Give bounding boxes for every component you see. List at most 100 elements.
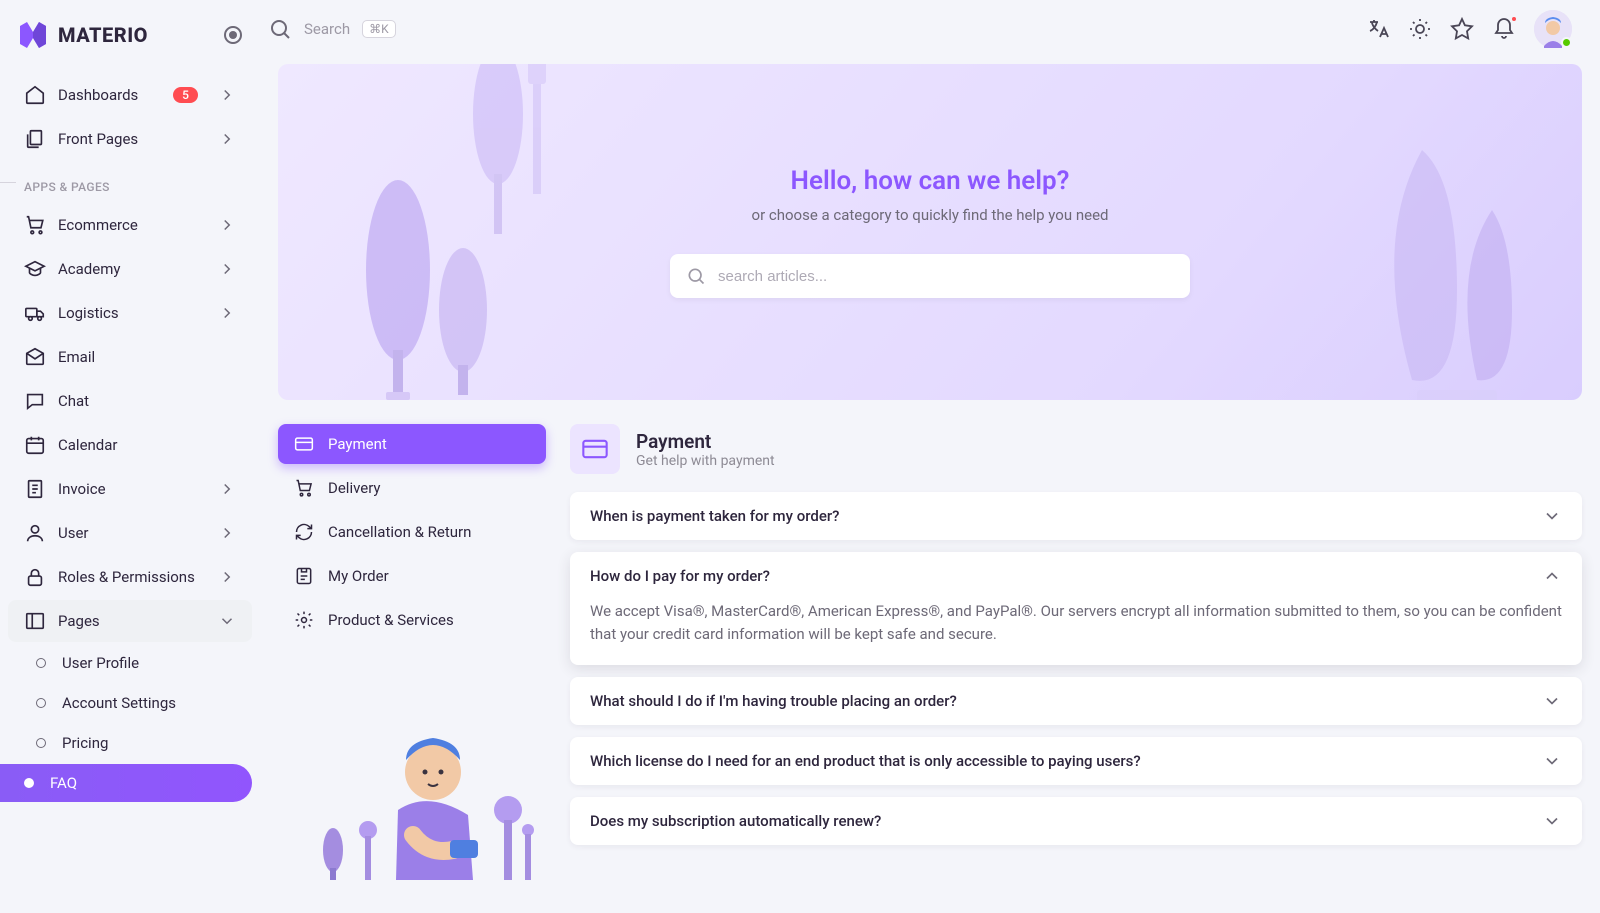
sidebar-subitem-pricing[interactable]: Pricing: [8, 724, 252, 762]
truck-icon: [24, 302, 46, 324]
sidebar-item-academy[interactable]: Academy: [8, 248, 252, 290]
copy-icon: [24, 128, 46, 150]
sidebar-item-logistics[interactable]: Logistics: [8, 292, 252, 334]
sidebar-item-label: Calendar: [58, 436, 118, 454]
sidebar-item-roles-permissions[interactable]: Roles & Permissions: [8, 556, 252, 598]
chevron-down-icon: [1542, 691, 1562, 711]
brand-text: MATERIO: [58, 23, 148, 47]
sidebar-item-chat[interactable]: Chat: [8, 380, 252, 422]
chevron-down-icon: [1542, 566, 1562, 586]
search-button[interactable]: Search ⌘K: [268, 17, 396, 41]
search-kbd: ⌘K: [362, 20, 396, 38]
sidebar-subitem-faq[interactable]: FAQ: [0, 764, 252, 802]
bullet-icon: [36, 698, 46, 708]
tab-cancellation-return[interactable]: Cancellation & Return: [278, 512, 546, 552]
sidebar-item-label: Roles & Permissions: [58, 568, 195, 586]
mail-icon: [24, 346, 46, 368]
hero-decoration: [358, 160, 498, 400]
cart-icon: [24, 214, 46, 236]
sidebar-subitem-account-settings[interactable]: Account Settings: [8, 684, 252, 722]
card-icon: [570, 424, 620, 474]
faq-header: Payment Get help with payment: [570, 424, 1582, 474]
faq-question[interactable]: Does my subscription automatically renew…: [570, 797, 1582, 845]
hero: Hello, how can we help? or choose a cate…: [278, 64, 1582, 400]
sidebar-item-label: User Profile: [62, 654, 139, 672]
sidebar-item-invoice[interactable]: Invoice: [8, 468, 252, 510]
sidebar-item-label: Account Settings: [62, 694, 176, 712]
faq-question[interactable]: What should I do if I'm having trouble p…: [570, 677, 1582, 725]
faq-subtitle: Get help with payment: [636, 453, 775, 469]
theme-icon[interactable]: [1408, 17, 1432, 41]
chevron-right-icon: [218, 480, 236, 498]
sidebar-item-label: Email: [58, 348, 95, 366]
sidebar-item-email[interactable]: Email: [8, 336, 252, 378]
sidebar-item-calendar[interactable]: Calendar: [8, 424, 252, 466]
faq-tabs: Payment Delivery Cancellation & Return My O…: [278, 424, 546, 640]
hero-search-input[interactable]: [718, 268, 1174, 285]
pages-icon: [24, 610, 46, 632]
refresh-icon: [294, 522, 314, 542]
sidebar-item-label: Logistics: [58, 304, 119, 322]
hero-decoration: [1362, 140, 1542, 400]
faq-item: What should I do if I'm having trouble p…: [570, 677, 1582, 725]
faq-item: When is payment taken for my order?: [570, 492, 1582, 540]
sidebar: MATERIO Dashboards 5 Front Pages APPS & …: [0, 0, 260, 913]
sidebar-item-pages[interactable]: Pages: [8, 600, 252, 642]
status-dot: [1561, 37, 1572, 48]
search-icon: [268, 17, 292, 41]
sidebar-item-label: Dashboards: [58, 86, 138, 104]
bullet-icon: [36, 738, 46, 748]
bell-icon[interactable]: [1492, 17, 1516, 41]
sidebar-item-label: Invoice: [58, 480, 106, 498]
tab-label: Delivery: [328, 479, 381, 497]
chevron-down-icon: [1542, 751, 1562, 771]
tab-label: Cancellation & Return: [328, 523, 471, 541]
faq-answer: We accept Visa®, MasterCard®, American E…: [570, 600, 1582, 665]
faq-illustration: [278, 680, 546, 880]
chevron-right-icon: [218, 86, 236, 104]
hero-search[interactable]: [670, 254, 1190, 298]
hero-subtitle: or choose a category to quickly find the…: [752, 206, 1109, 224]
logo-icon: [18, 22, 48, 48]
order-icon: [294, 566, 314, 586]
star-icon[interactable]: [1450, 17, 1474, 41]
sidebar-item-label: Pricing: [62, 734, 108, 752]
sidebar-item-dashboards[interactable]: Dashboards 5: [8, 74, 252, 116]
faq-question[interactable]: How do I pay for my order?: [570, 552, 1582, 600]
sidebar-item-user[interactable]: User: [8, 512, 252, 554]
settings-icon: [294, 610, 314, 630]
delivery-icon: [294, 478, 314, 498]
brand-row[interactable]: MATERIO: [0, 10, 260, 72]
chevron-right-icon: [218, 130, 236, 148]
tab-delivery[interactable]: Delivery: [278, 468, 546, 508]
tab-payment[interactable]: Payment: [278, 424, 546, 464]
bullet-icon: [24, 778, 34, 788]
search-icon: [686, 266, 706, 286]
faq-item: How do I pay for my order?We accept Visa…: [570, 552, 1582, 665]
faq-item: Does my subscription automatically renew…: [570, 797, 1582, 845]
sidebar-item-label: Front Pages: [58, 130, 138, 148]
invoice-icon: [24, 478, 46, 500]
tab-label: Payment: [328, 435, 387, 453]
faq-question-text: What should I do if I'm having trouble p…: [590, 692, 957, 710]
chevron-down-icon: [218, 612, 236, 630]
user-icon: [24, 522, 46, 544]
sidebar-item-label: User: [58, 524, 89, 542]
home-icon: [24, 84, 46, 106]
sidebar-pin-icon[interactable]: [224, 26, 242, 44]
chevron-right-icon: [218, 304, 236, 322]
sidebar-item-ecommerce[interactable]: Ecommerce: [8, 204, 252, 246]
chevron-right-icon: [218, 216, 236, 234]
sidebar-subitem-user-profile[interactable]: User Profile: [8, 644, 252, 682]
avatar[interactable]: [1534, 10, 1572, 48]
tab-my-order[interactable]: My Order: [278, 556, 546, 596]
sidebar-item-front-pages[interactable]: Front Pages: [8, 118, 252, 160]
faq-question[interactable]: When is payment taken for my order?: [570, 492, 1582, 540]
tab-product-services[interactable]: Product & Services: [278, 600, 546, 640]
academy-icon: [24, 258, 46, 280]
faq-accordion: When is payment taken for my order? How d…: [570, 492, 1582, 845]
faq-question-text: When is payment taken for my order?: [590, 507, 839, 525]
faq-question[interactable]: Which license do I need for an end produ…: [570, 737, 1582, 785]
translate-icon[interactable]: [1366, 17, 1390, 41]
sidebar-item-label: Academy: [58, 260, 120, 278]
